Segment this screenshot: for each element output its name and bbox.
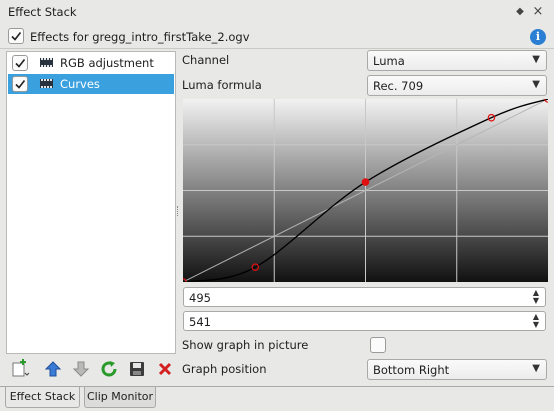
move-down-icon[interactable]: [71, 359, 91, 379]
graph-position-select[interactable]: Bottom Right ▼: [367, 359, 547, 380]
film-icon: [40, 58, 53, 67]
save-icon[interactable]: [127, 359, 147, 379]
chevron-down-icon: ▼: [532, 363, 540, 374]
effect-label: RGB adjustment: [60, 56, 154, 70]
close-icon[interactable]: ×: [531, 5, 545, 19]
show-graph-label: Show graph in picture: [182, 338, 309, 352]
luma-formula-value: Rec. 709: [373, 79, 424, 93]
effect-enable-checkbox[interactable]: [12, 55, 28, 71]
film-icon: [40, 79, 53, 88]
spin-arrows-icon[interactable]: ▲ ▼: [533, 289, 539, 305]
title-bar: Effect Stack ◆ ×: [0, 0, 554, 24]
splitter-handle[interactable]: [177, 206, 179, 216]
input-value: 495: [189, 291, 211, 305]
header-separator: [0, 48, 554, 49]
channel-value: Luma: [373, 54, 405, 68]
effect-label: Curves: [60, 77, 100, 91]
checkmark-icon: [11, 32, 22, 41]
add-effect-icon[interactable]: [11, 359, 31, 379]
effect-list[interactable]: RGB adjustment Curves: [6, 51, 176, 354]
graph-position-value: Bottom Right: [373, 363, 450, 377]
channel-label: Channel: [182, 53, 230, 67]
chevron-down-icon: ▼: [532, 54, 540, 65]
output-value: 541: [189, 315, 211, 329]
spin-arrows-icon[interactable]: ▲ ▼: [533, 313, 539, 329]
input-value-spinbox[interactable]: 495 ▲ ▼: [183, 287, 546, 307]
tab-effect-stack[interactable]: Effect Stack: [5, 387, 80, 408]
effect-enable-checkbox[interactable]: [12, 76, 28, 92]
float-icon[interactable]: ◆: [513, 5, 527, 19]
delete-icon[interactable]: [155, 359, 175, 379]
curve-point[interactable]: [361, 178, 370, 186]
checkmark-icon: [15, 80, 26, 89]
info-icon[interactable]: i: [530, 29, 546, 45]
reset-icon[interactable]: [99, 359, 119, 379]
window-title: Effect Stack: [8, 5, 77, 19]
tab-clip-monitor[interactable]: Clip Monitor: [84, 387, 156, 408]
effect-item-curves[interactable]: Curves: [8, 74, 174, 94]
effects-for-label: Effects for gregg_intro_firstTake_2.ogv: [30, 30, 250, 44]
effect-item-rgb-adjustment[interactable]: RGB adjustment: [8, 53, 174, 73]
chevron-down-icon: ▼: [532, 79, 540, 90]
graph-position-label: Graph position: [182, 362, 267, 376]
output-value-spinbox[interactable]: 541 ▲ ▼: [183, 311, 546, 331]
luma-formula-label: Luma formula: [182, 78, 262, 92]
channel-select[interactable]: Luma ▼: [367, 50, 547, 71]
move-up-icon[interactable]: [43, 359, 63, 379]
effects-enable-checkbox[interactable]: [8, 28, 24, 44]
checkmark-icon: [15, 59, 26, 68]
luma-formula-select[interactable]: Rec. 709 ▼: [367, 75, 547, 96]
curve-editor[interactable]: [183, 99, 548, 282]
show-graph-checkbox[interactable]: [370, 337, 386, 353]
